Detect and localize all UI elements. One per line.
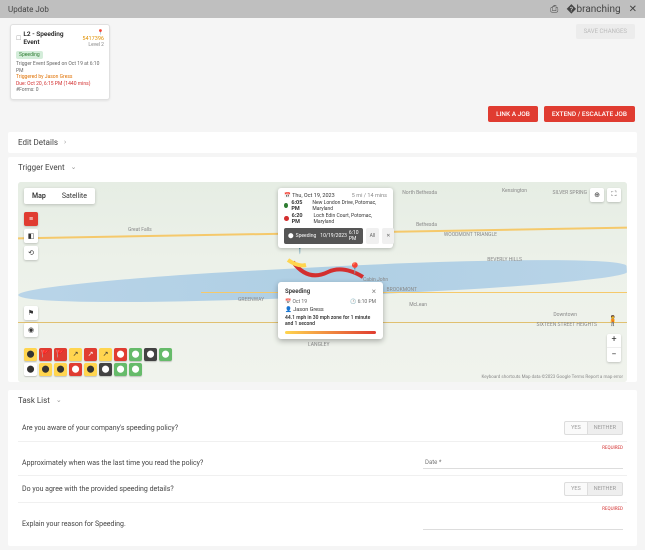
- edit-details-header[interactable]: Edit Details ›: [8, 132, 637, 153]
- tab-satellite[interactable]: Satellite: [54, 188, 95, 204]
- chip-icon[interactable]: ⬤: [24, 363, 37, 376]
- share-icon[interactable]: �branching: [566, 4, 620, 15]
- live-icon[interactable]: ≡: [24, 212, 38, 226]
- chip-icon[interactable]: ⬤: [84, 363, 97, 376]
- reason-field[interactable]: [423, 518, 623, 530]
- severity-bar: [285, 331, 376, 334]
- print-icon[interactable]: ⎙: [550, 4, 558, 15]
- trigger-event-section: Trigger Event ⌄ Kensington Bethesda McLe…: [8, 157, 637, 382]
- layers-icon[interactable]: ◧: [24, 229, 38, 243]
- popup-driver: 👤 Jason Gress: [285, 307, 376, 313]
- trigger-event-header[interactable]: Trigger Event ⌄: [8, 157, 637, 178]
- task-question: Approximately when was the last time you…: [22, 459, 203, 467]
- task-question: Explain your reason for Speeding.: [22, 520, 126, 528]
- chip-icon[interactable]: ⬤: [144, 348, 157, 361]
- chip-icon[interactable]: ⬤: [114, 348, 127, 361]
- chip-icon[interactable]: ⬤: [69, 363, 82, 376]
- task-row: Approximately when was the last time you…: [18, 451, 627, 476]
- fullscreen-icon[interactable]: ⛶: [607, 188, 621, 202]
- event-level: Level 2: [76, 42, 104, 48]
- yes-button[interactable]: YES: [564, 421, 588, 435]
- chip-icon[interactable]: ⬤: [24, 348, 37, 361]
- zoom-in-button[interactable]: +: [607, 334, 621, 348]
- save-button: SAVE CHANGES: [576, 24, 635, 39]
- task-question: Are you aware of your company's speeding…: [22, 424, 178, 432]
- task-row: Explain your reason for Speeding.: [18, 512, 627, 536]
- event-title: L2 - Speeding Event: [23, 30, 76, 46]
- event-chips: ⬤ 🚩 🚩 ↗ ↗ ↗ ⬤ ⬤ ⬤ ⬤ ⬤ ⬤ ⬤ ⬤ ⬤ ⬤ ⬤ ⬤: [24, 348, 184, 376]
- topbar-actions: ⎙ �branching ✕: [550, 4, 637, 15]
- chip-icon[interactable]: 🚩: [54, 348, 67, 361]
- event-card[interactable]: ☐ L2 - Speeding Event 📍 5417396 Level 2 …: [10, 24, 110, 100]
- task-row: Are you aware of your company's speeding…: [18, 415, 627, 442]
- chip-icon[interactable]: ⬤: [39, 363, 52, 376]
- action-buttons: LINK A JOB EXTEND / ESCALATE JOB: [0, 106, 645, 128]
- date-field[interactable]: [423, 457, 623, 469]
- event-popup: Speeding × 📅 Oct 19🕐 6:10 PM 👤 Jason Gre…: [278, 282, 383, 339]
- chip-icon[interactable]: ⬤: [54, 363, 67, 376]
- map-right-controls: ⊕ ⛶: [590, 188, 621, 202]
- trip-info-card: 📅 Thu, Oct 19, 2023 5 mi / 14 mins 6:05 …: [278, 188, 393, 248]
- topbar: Update Job ⎙ �branching ✕: [0, 0, 645, 18]
- forms-line: #Forms: 0: [16, 87, 104, 94]
- tab-map[interactable]: Map: [24, 188, 54, 204]
- map-attribution[interactable]: Keyboard shortcuts Map data ©2023 Google…: [481, 375, 623, 380]
- chip-icon[interactable]: ↗: [84, 348, 97, 361]
- map-left-controls: ≡ ◧ ⟲ ⚑ ◉: [24, 212, 38, 337]
- speeding-chip[interactable]: ⬤ Speeding10/19/2023 6:10 PM: [284, 228, 363, 244]
- chip-icon[interactable]: ⬤: [114, 363, 127, 376]
- chip-icon[interactable]: ↗: [99, 348, 112, 361]
- route-icon[interactable]: ⟲: [24, 246, 38, 260]
- task-list-section: Task List ⌄ Are you aware of your compan…: [8, 390, 637, 546]
- close-chip-icon[interactable]: ✕: [382, 228, 394, 244]
- neither-button[interactable]: NEITHER: [588, 421, 623, 435]
- task-row: Do you agree with the provided speeding …: [18, 476, 627, 503]
- zoom-out-button[interactable]: −: [607, 348, 621, 362]
- trigger-line: Trigger Event Speed on Oct 19 at 6:10 PM: [16, 61, 104, 74]
- flag-icon[interactable]: ⚑: [24, 306, 38, 320]
- event-id: 📍 5417396: [76, 30, 104, 42]
- chip-icon[interactable]: 🚩: [39, 348, 52, 361]
- chevron-down-icon: ⌄: [71, 163, 77, 171]
- map-type-tabs: Map Satellite: [24, 188, 95, 204]
- chip-icon[interactable]: ⬤: [129, 348, 142, 361]
- page-title: Update Job: [8, 5, 49, 14]
- locate-icon[interactable]: ⊕: [590, 188, 604, 202]
- chip-icon[interactable]: ↗: [69, 348, 82, 361]
- chevron-down-icon: ⌄: [56, 396, 62, 404]
- neither-button[interactable]: NEITHER: [588, 482, 623, 496]
- popup-close-icon[interactable]: ×: [372, 287, 376, 296]
- popup-detail: 44.1 mph in 30 mph zone for 1 minute and…: [285, 315, 376, 328]
- task-list-header[interactable]: Task List ⌄: [8, 390, 637, 411]
- target-icon[interactable]: ◉: [24, 323, 38, 337]
- map-container[interactable]: Kensington Bethesda McLean Great Falls P…: [18, 182, 627, 382]
- popup-title: Speeding: [285, 288, 310, 295]
- chevron-right-icon: ›: [64, 138, 66, 146]
- extend-escalate-button[interactable]: EXTEND / ESCALATE JOB: [544, 106, 635, 122]
- chip-icon[interactable]: ⬤: [99, 363, 112, 376]
- chip-icon[interactable]: ⬤: [159, 348, 172, 361]
- edit-details-section: Edit Details ›: [8, 132, 637, 153]
- header-row: ☐ L2 - Speeding Event 📍 5417396 Level 2 …: [0, 18, 645, 106]
- all-chip[interactable]: All: [366, 228, 380, 244]
- status-badge: Speeding: [16, 51, 43, 59]
- pegman-icon[interactable]: 🧍: [607, 316, 619, 327]
- close-icon[interactable]: ✕: [629, 4, 637, 15]
- link-job-button[interactable]: LINK A JOB: [488, 106, 538, 122]
- checkbox-icon[interactable]: ☐: [16, 35, 21, 42]
- task-question: Do you agree with the provided speeding …: [22, 485, 174, 493]
- yes-button[interactable]: YES: [564, 482, 588, 496]
- end-pin-icon[interactable]: 📍: [348, 262, 362, 275]
- zoom-control: + −: [607, 334, 621, 362]
- chip-icon[interactable]: ⬤: [129, 363, 142, 376]
